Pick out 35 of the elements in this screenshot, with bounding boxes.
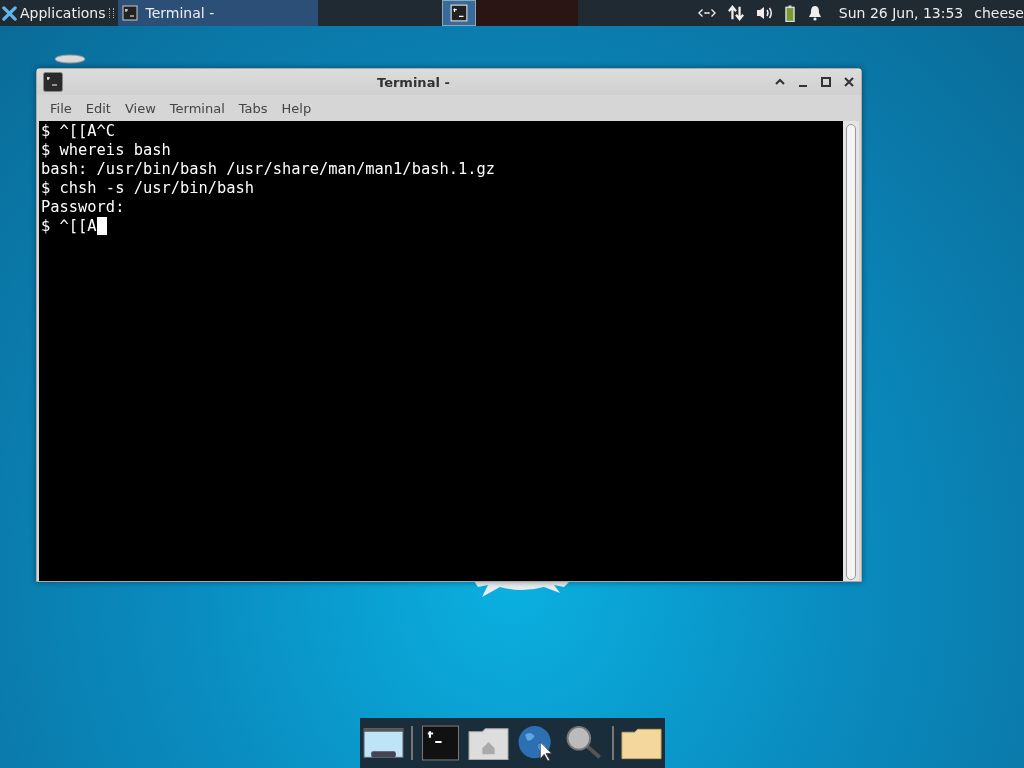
workspace-button[interactable] — [475, 0, 510, 26]
terminal-output[interactable]: $ ^[[A^C $ whereis bash bash: /usr/bin/bash /usr/share/man/man1/bash.1.gz $ chsh -s /usr/bin/bash Password: $ ^[[A — [39, 121, 843, 581]
terminal-line: $ ^[[A^C — [41, 122, 116, 141]
home-folder-icon[interactable] — [468, 725, 509, 761]
battery-icon[interactable] — [784, 4, 795, 22]
menu-item[interactable]: Terminal — [162, 100, 232, 116]
menu-item[interactable]: Tabs — [231, 100, 275, 116]
clock[interactable]: Sun 26 Jun, 13:53 — [838, 5, 964, 21]
terminal-line: $ chsh -s /usr/bin/bash — [41, 179, 255, 198]
transfer-arrows-icon[interactable] — [726, 5, 745, 21]
applications-menu[interactable]: Applications — [0, 0, 108, 26]
terminal-line: $ ^[[A — [41, 217, 97, 236]
taskbar-button[interactable]: Terminal - — [117, 0, 318, 26]
terminal-line: Password: — [41, 198, 125, 217]
terminal-icon — [121, 5, 138, 21]
terminal-line: bash: /usr/bin/bash /usr/share/man/man1/bash.1.gz — [41, 160, 496, 179]
volume-icon[interactable] — [755, 5, 774, 21]
show-desktop-icon[interactable] — [363, 725, 404, 761]
close-icon[interactable] — [843, 76, 855, 88]
handle-icon — [108, 8, 114, 18]
terminal-line: $ whereis bash — [41, 141, 171, 160]
workspace-button[interactable] — [441, 0, 476, 26]
menu-item[interactable]: View — [117, 100, 163, 116]
menu-item[interactable]: Edit — [78, 100, 118, 116]
terminal-icon — [449, 4, 468, 22]
menu-item[interactable]: Help — [274, 100, 319, 116]
maximize-icon[interactable] — [820, 76, 832, 88]
desktop-icon[interactable] — [54, 54, 86, 64]
x-logo-icon — [2, 5, 17, 21]
terminal-icon[interactable] — [419, 725, 461, 761]
terminal-icon — [43, 72, 63, 92]
scrollbar[interactable] — [843, 121, 859, 581]
menu-item[interactable]: File — [43, 100, 79, 116]
user-name[interactable]: cheese — [974, 5, 1024, 21]
window-title: Terminal - — [377, 74, 450, 90]
